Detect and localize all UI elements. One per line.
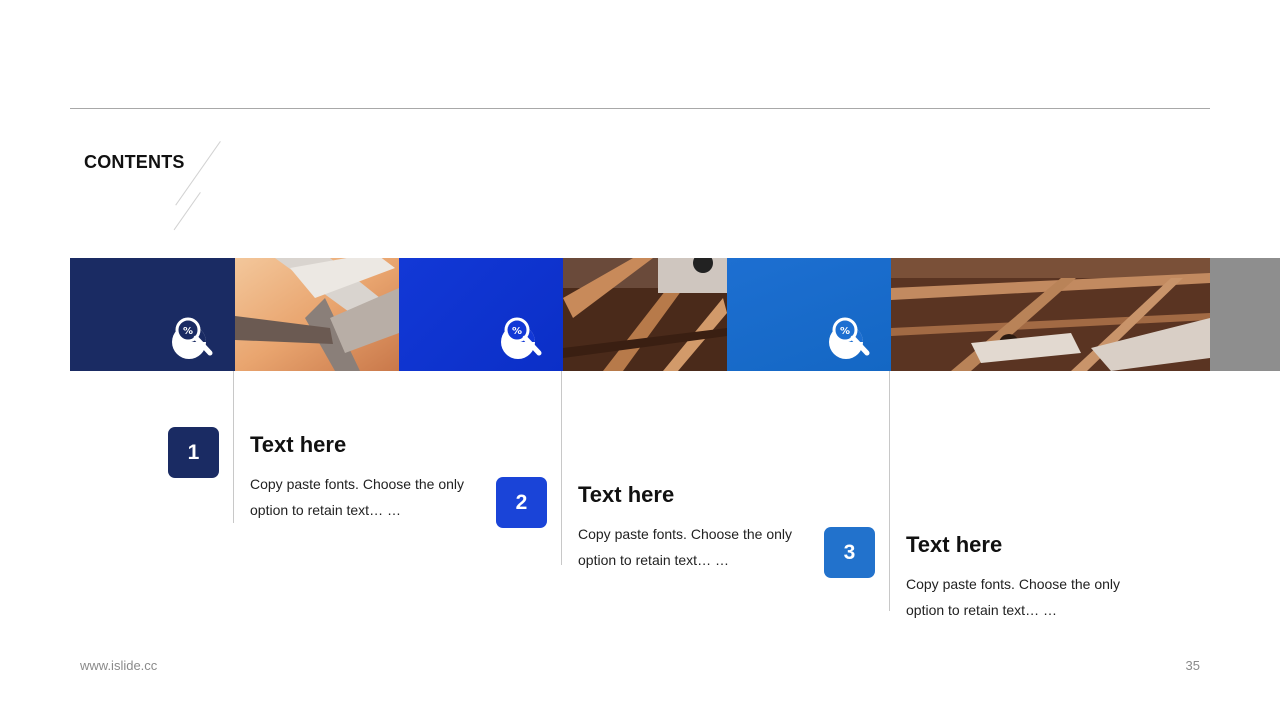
- page-title: CONTENTS: [84, 152, 185, 172]
- footer-url: www.islide.cc: [80, 658, 158, 673]
- top-divider: [70, 108, 1210, 109]
- airplane-tail-photo: [235, 258, 399, 371]
- connector-line: [889, 371, 890, 611]
- connector-line: [233, 371, 234, 523]
- sky-blue-band: %: [727, 258, 891, 371]
- royal-blue-band: %: [399, 258, 563, 371]
- decorative-slash: [173, 192, 201, 231]
- grey-band: [1210, 258, 1280, 371]
- item-title: Text here: [578, 482, 675, 507]
- connector-line: [561, 371, 562, 565]
- svg-text:%: %: [183, 326, 193, 337]
- terminal-airplane-photo: [891, 258, 1210, 371]
- pie-chart-magnifier-icon: %: [501, 317, 542, 359]
- item-number-badge: 3: [824, 527, 875, 578]
- item-title: Text here: [250, 432, 347, 457]
- navy-band: %: [70, 258, 235, 371]
- hangar-airplane-photo: [563, 258, 727, 371]
- item-text: Copy paste fonts. Choose the only option…: [578, 526, 793, 568]
- item-number-badge: 1: [168, 427, 219, 478]
- svg-text:%: %: [512, 326, 522, 337]
- pie-chart-magnifier-icon: %: [829, 317, 870, 359]
- item-text: Copy paste fonts. Choose the only option…: [250, 476, 465, 518]
- item-title: Text here: [906, 532, 1003, 557]
- pie-chart-magnifier-icon: %: [172, 317, 213, 359]
- svg-text:%: %: [840, 326, 850, 337]
- page-number: 35: [1185, 658, 1200, 673]
- item-text: Copy paste fonts. Choose the only option…: [906, 576, 1121, 618]
- item-number-badge: 2: [496, 477, 547, 528]
